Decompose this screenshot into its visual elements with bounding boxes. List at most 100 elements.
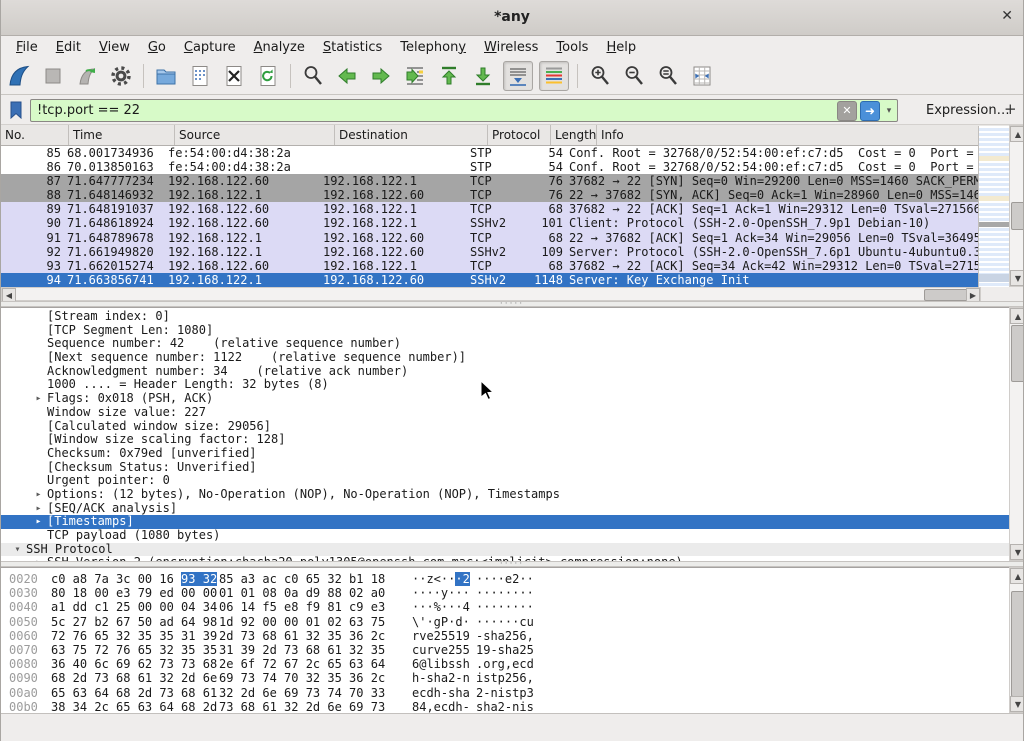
- go-top-button[interactable]: [435, 62, 463, 90]
- expander-collapsed-icon[interactable]: ▸: [30, 488, 47, 502]
- scroll-right-icon[interactable]: ▶: [966, 288, 980, 302]
- scrollbar-handle[interactable]: [924, 289, 969, 301]
- resize-columns-button[interactable]: [688, 62, 716, 90]
- hex-vscrollbar[interactable]: ▲ ▼: [1009, 567, 1024, 713]
- menu-analyze[interactable]: Analyze: [245, 38, 314, 57]
- go-to-packet-button[interactable]: [401, 62, 429, 90]
- column-header-destination[interactable]: Destination: [335, 125, 488, 145]
- packet-list-minimap[interactable]: [978, 126, 1009, 287]
- filter-history-dropdown[interactable]: ▾: [883, 106, 895, 116]
- packet-row-87[interactable]: 8771.647777234192.168.122.60192.168.122.…: [1, 174, 978, 188]
- go-forward-button[interactable]: [367, 62, 395, 90]
- detail-line[interactable]: [Checksum Status: Unverified]: [1, 461, 1009, 475]
- stop-capture-button[interactable]: [39, 62, 67, 90]
- menu-go[interactable]: Go: [139, 38, 175, 57]
- detail-line[interactable]: ▸[SEQ/ACK analysis]: [1, 502, 1009, 516]
- detail-line[interactable]: Window size value: 227: [1, 406, 1009, 420]
- go-bottom-button[interactable]: [469, 62, 497, 90]
- menu-file[interactable]: File: [7, 38, 47, 57]
- detail-line[interactable]: [Stream index: 0]: [1, 310, 1009, 324]
- scroll-left-icon[interactable]: ◀: [2, 288, 16, 302]
- packet-list-hscrollbar[interactable]: ◀ ▶: [1, 287, 981, 301]
- column-header-protocol[interactable]: Protocol: [488, 125, 551, 145]
- detail-line[interactable]: Checksum: 0x79ed [unverified]: [1, 447, 1009, 461]
- zoom-out-button[interactable]: [620, 62, 648, 90]
- save-file-button[interactable]: [186, 62, 214, 90]
- hex-row-0090[interactable]: 009068 2d 73 68 61 32 2d 6e69 73 74 70 3…: [1, 671, 1009, 685]
- packet-row-93[interactable]: 9371.662015274192.168.122.60192.168.122.…: [1, 259, 978, 273]
- menu-edit[interactable]: Edit: [47, 38, 90, 57]
- scroll-down-icon[interactable]: ▼: [1010, 544, 1024, 560]
- menu-statistics[interactable]: Statistics: [314, 38, 391, 57]
- start-capture-button[interactable]: [5, 62, 33, 90]
- menu-help[interactable]: Help: [597, 38, 645, 57]
- scroll-up-icon[interactable]: ▲: [1010, 568, 1024, 584]
- expander-collapsed-icon[interactable]: ▸: [30, 502, 47, 516]
- expander-collapsed-icon[interactable]: ▸: [30, 392, 47, 406]
- colorize-button[interactable]: [539, 61, 569, 91]
- hex-row-0050[interactable]: 00505c 27 b2 67 50 ad 64 981d 92 00 00 0…: [1, 615, 1009, 629]
- detail-line[interactable]: ▸Flags: 0x018 (PSH, ACK): [1, 392, 1009, 406]
- expander-collapsed-icon[interactable]: ▸: [30, 515, 47, 529]
- hex-row-0040[interactable]: 0040a1 dd c1 25 00 00 04 3406 14 f5 e8 f…: [1, 600, 1009, 614]
- detail-line[interactable]: ▸Options: (12 bytes), No-Operation (NOP)…: [1, 488, 1009, 502]
- hex-row-00a0[interactable]: 00a065 63 64 68 2d 73 68 6132 2d 6e 69 7…: [1, 686, 1009, 700]
- zoom-100-button[interactable]: [654, 62, 682, 90]
- detail-line[interactable]: 1000 .... = Header Length: 32 bytes (8): [1, 378, 1009, 392]
- column-header-info[interactable]: Info: [597, 125, 1013, 145]
- display-filter-input[interactable]: !tcp.port == 22 ✕ ➜ ▾: [30, 99, 898, 122]
- column-header-time[interactable]: Time: [69, 125, 175, 145]
- expression-button[interactable]: Expression…: [926, 103, 1010, 118]
- column-header-source[interactable]: Source: [175, 125, 335, 145]
- menu-capture[interactable]: Capture: [175, 38, 245, 57]
- menu-view[interactable]: View: [90, 38, 139, 57]
- detail-line[interactable]: Urgent pointer: 0: [1, 474, 1009, 488]
- capture-options-button[interactable]: [107, 62, 135, 90]
- detail-line[interactable]: Acknowledgment number: 34 (relative ack …: [1, 365, 1009, 379]
- scroll-down-icon[interactable]: ▼: [1010, 696, 1024, 712]
- find-packet-button[interactable]: [299, 62, 327, 90]
- open-file-button[interactable]: [152, 62, 180, 90]
- scrollbar-handle[interactable]: [1011, 591, 1024, 697]
- scroll-up-icon[interactable]: ▲: [1010, 126, 1024, 142]
- detail-line[interactable]: ▾SSH Protocol: [1, 543, 1009, 557]
- hex-row-0070[interactable]: 007063 75 72 76 65 32 35 3531 39 2d 73 6…: [1, 643, 1009, 657]
- reload-file-button[interactable]: [254, 62, 282, 90]
- menu-tools[interactable]: Tools: [547, 38, 597, 57]
- expander-expanded-icon[interactable]: ▾: [9, 543, 26, 557]
- hex-row-0060[interactable]: 006072 76 65 32 35 35 31 392d 73 68 61 3…: [1, 629, 1009, 643]
- filter-clear-button[interactable]: ✕: [837, 101, 857, 121]
- scrollbar-handle[interactable]: [1011, 325, 1024, 382]
- packet-row-85[interactable]: 8568.001734936fe:54:00:d4:38:2aSTP54Conf…: [1, 146, 978, 160]
- packet-row-90[interactable]: 9071.648618924192.168.122.60192.168.122.…: [1, 216, 978, 230]
- detail-line[interactable]: ▸[Timestamps]: [1, 515, 1009, 529]
- hex-row-0020[interactable]: 0020c0 a8 7a 3c 00 16 93 3285 a3 ac c0 6…: [1, 572, 1009, 586]
- filter-bookmark-button[interactable]: [5, 99, 27, 121]
- hex-row-0080[interactable]: 008036 40 6c 69 62 73 73 682e 6f 72 67 2…: [1, 657, 1009, 671]
- detail-line[interactable]: [TCP Segment Len: 1080]: [1, 324, 1009, 338]
- hex-row-00b0[interactable]: 00b038 34 2c 65 63 64 68 2d73 68 61 32 2…: [1, 700, 1009, 713]
- hex-row-0030[interactable]: 003080 18 00 e3 79 ed 00 0001 01 08 0a d…: [1, 586, 1009, 600]
- close-window-button[interactable]: ✕: [1001, 8, 1013, 24]
- packet-list-vscrollbar[interactable]: ▲ ▼: [1009, 125, 1024, 287]
- filter-add-button[interactable]: +: [1004, 100, 1017, 118]
- restart-capture-button[interactable]: [73, 62, 101, 90]
- packet-row-92[interactable]: 9271.661949820192.168.122.1192.168.122.6…: [1, 245, 978, 259]
- column-header-no[interactable]: No.: [1, 125, 69, 145]
- menu-wireless[interactable]: Wireless: [475, 38, 547, 57]
- detail-line[interactable]: [Window size scaling factor: 128]: [1, 433, 1009, 447]
- zoom-in-button[interactable]: [586, 62, 614, 90]
- packet-row-89[interactable]: 8971.648191037192.168.122.60192.168.122.…: [1, 202, 978, 216]
- detail-line[interactable]: [Calculated window size: 29056]: [1, 420, 1009, 434]
- go-back-button[interactable]: [333, 62, 361, 90]
- detail-line[interactable]: Sequence number: 42 (relative sequence n…: [1, 337, 1009, 351]
- detail-line[interactable]: TCP payload (1080 bytes): [1, 529, 1009, 543]
- filter-apply-button[interactable]: ➜: [860, 101, 880, 121]
- scroll-up-icon[interactable]: ▲: [1010, 308, 1024, 324]
- menu-telephony[interactable]: Telephony: [391, 38, 475, 57]
- detail-line[interactable]: [Next sequence number: 1122 (relative se…: [1, 351, 1009, 365]
- packet-row-91[interactable]: 9171.648789678192.168.122.1192.168.122.6…: [1, 231, 978, 245]
- packet-row-86[interactable]: 8670.013850163fe:54:00:d4:38:2aSTP54Conf…: [1, 160, 978, 174]
- scroll-down-icon[interactable]: ▼: [1010, 270, 1024, 286]
- auto-scroll-button[interactable]: [503, 61, 533, 91]
